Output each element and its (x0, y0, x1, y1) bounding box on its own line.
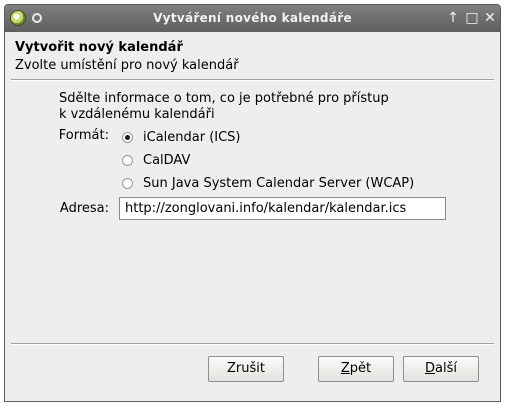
radio-wcap-label[interactable]: Sun Java System Calendar Server (WCAP) (143, 176, 414, 191)
radio-option-caldav[interactable]: CalDAV (122, 151, 190, 169)
radio-ics-indicator[interactable] (122, 131, 133, 143)
address-input[interactable] (119, 197, 446, 220)
radio-ics-label[interactable]: iCalendar (ICS) (143, 130, 241, 145)
radio-caldav-indicator[interactable] (122, 154, 133, 166)
back-label-rest: pět (349, 361, 372, 376)
wizard-header: Vytvořit nový kalendář Zvolte umístění p… (5, 32, 500, 79)
cancel-button[interactable]: Zrušit (208, 356, 284, 382)
radio-option-wcap[interactable]: Sun Java System Calendar Server (WCAP) (122, 174, 414, 192)
titlebar: Vytváření nového kalendáře ↑ □ ✕ (5, 5, 500, 32)
shade-up-icon[interactable]: ↑ (444, 9, 462, 27)
back-button[interactable]: Zpět (318, 356, 394, 382)
radio-wcap-indicator[interactable] (122, 177, 133, 189)
header-separator (11, 79, 494, 81)
footer-separator (11, 343, 494, 345)
format-label: Formát: (58, 128, 109, 143)
window-title: Vytváření nového kalendáře (153, 11, 352, 25)
close-icon[interactable]: ✕ (481, 9, 499, 27)
intro-text: Sdělte informace o tom, co je potřebné p… (59, 91, 389, 122)
restore-icon[interactable]: □ (463, 9, 481, 27)
radio-option-ics[interactable]: iCalendar (ICS) (122, 128, 241, 146)
next-label-rest: alší (435, 361, 457, 376)
page-title: Vytvořit nový kalendář (15, 40, 183, 55)
dialog-window: Vytváření nového kalendáře ↑ □ ✕ Vytvoři… (4, 4, 501, 402)
back-mnemonic: Z (340, 361, 350, 376)
radio-caldav-label[interactable]: CalDAV (143, 153, 190, 168)
address-label: Adresa: (59, 201, 109, 216)
next-mnemonic: D (425, 361, 436, 376)
page-subtitle: Zvolte umístění pro nový kalendář (15, 58, 239, 73)
next-button[interactable]: Další (403, 356, 479, 382)
